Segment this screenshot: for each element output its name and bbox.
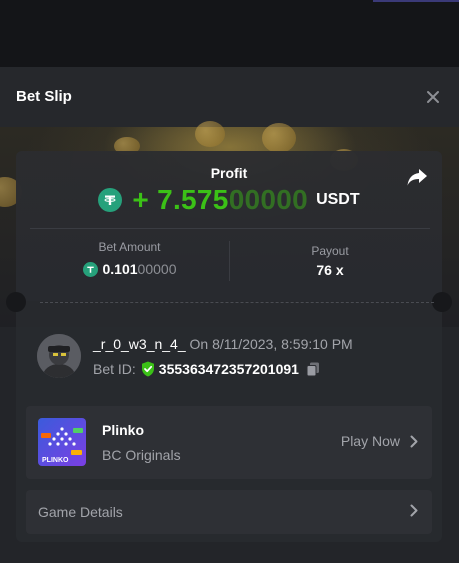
payout-label: Payout (311, 244, 349, 258)
game-details-label: Game Details (38, 504, 123, 520)
coin-decoration (195, 121, 225, 147)
bet-amount-value: 0.101 00000 (30, 261, 229, 277)
profit-currency: USDT (316, 191, 360, 208)
close-button[interactable] (423, 87, 443, 107)
payout-value: 76 x (316, 262, 344, 278)
profit-value: + 7.57500000 (132, 184, 308, 216)
tether-icon (98, 188, 123, 212)
bet-amount-label: Bet Amount (98, 240, 161, 254)
play-now-button[interactable]: Play Now (341, 433, 418, 449)
game-thumbnail: PLINKO (38, 418, 86, 466)
ticket-notch-right (432, 292, 452, 312)
close-icon (427, 91, 439, 103)
ticket-notch-left (6, 292, 26, 312)
chevron-right-icon (410, 435, 418, 447)
bet-amount-trailing-zeros: 00000 (137, 261, 177, 277)
profit-trailing-zeros: 00000 (228, 184, 309, 215)
profit-label: Profit (210, 165, 248, 181)
divider (30, 228, 430, 229)
modal-title: Bet Slip (16, 88, 72, 105)
play-now-label: Play Now (340, 433, 400, 449)
chevron-right-icon (410, 504, 418, 517)
game-card[interactable]: PLINKO Plinko BC Originals Play Now (26, 406, 432, 479)
copy-icon[interactable] (305, 361, 321, 377)
avatar[interactable] (37, 334, 81, 378)
coin-decoration (262, 123, 296, 153)
modal-header: Bet Slip (0, 67, 459, 127)
game-thumbnail-text: PLINKO (42, 457, 69, 464)
game-provider: BC Originals (102, 447, 181, 463)
username[interactable]: _r_0_w3_n_4_ (93, 336, 186, 352)
top-accent-bar (373, 0, 459, 2)
game-details-button[interactable]: Game Details (26, 490, 432, 534)
bet-id-value: 355363472357201091 (158, 361, 299, 377)
bet-slip-modal: Bet Slip Profit + 7.57500000 USDT Bet Am… (0, 67, 459, 563)
share-button[interactable] (406, 167, 428, 187)
dashed-separator (40, 302, 434, 303)
bet-timestamp: On 8/11/2023, 8:59:10 PM (189, 336, 353, 352)
bet-user-line: _r_0_w3_n_4_ On 8/11/2023, 8:59:10 PM (93, 336, 353, 352)
profit-significant: 7.575 (157, 184, 229, 215)
bet-card: Profit + 7.57500000 USDT Bet Amount 0.10… (6, 151, 452, 542)
bet-id-label: Bet ID: (93, 361, 136, 377)
background-overlay (0, 0, 459, 67)
profit-amount: + 7.57500000 USDT (16, 183, 442, 217)
profit-sign: + (132, 184, 150, 215)
share-icon (407, 169, 427, 186)
result-summary: Profit + 7.57500000 USDT Bet Amount 0.10… (16, 151, 442, 301)
tether-icon (82, 261, 98, 277)
bet-amount-significant: 0.101 (102, 261, 138, 277)
game-name: Plinko (102, 422, 145, 438)
bet-id-line: Bet ID: 355363472357201091 (93, 361, 321, 377)
shield-check-icon (141, 361, 154, 377)
